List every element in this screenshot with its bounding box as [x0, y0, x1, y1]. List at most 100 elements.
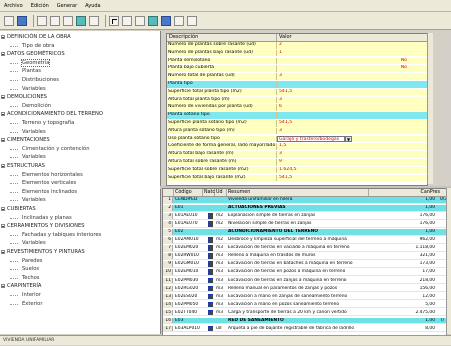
cell-unit[interactable] — [215, 205, 226, 211]
cell-summary[interactable]: ACTUACIONES PREVIAS — [227, 205, 368, 211]
property-row[interactable]: Planta semisótano No — [167, 57, 427, 65]
tree-item[interactable]: Variables — [0, 128, 46, 136]
help-icon[interactable] — [187, 15, 197, 26]
property-value[interactable]: 9 — [277, 159, 427, 166]
cell-unit[interactable]: m3 — [215, 310, 226, 316]
tree-item[interactable]: Elementos inclinados — [0, 188, 77, 196]
collapse-toggle-icon[interactable] — [1, 224, 5, 229]
settings-icon[interactable] — [174, 15, 184, 26]
chapter-tree[interactable]: DEFINICIÓN DE LA OBRA Tipo de obra DATOS G… — [0, 31, 161, 334]
cell-quantity[interactable]: 176,00 — [369, 221, 441, 227]
copy-icon[interactable] — [50, 15, 60, 26]
tree-item[interactable]: Elementos verticales — [0, 179, 76, 187]
cell-code[interactable]: E02EM020 — [174, 245, 203, 251]
cell-code[interactable]: E02ES020 — [174, 294, 203, 300]
property-row[interactable]: Planta sótano tipo — [167, 112, 427, 119]
grid-icon[interactable] — [76, 15, 86, 26]
cell-quantity[interactable]: 156,00 — [369, 286, 441, 292]
cell-unit[interactable]: m2 — [215, 213, 226, 219]
tree-item[interactable]: Techos — [0, 274, 40, 282]
cell-unit[interactable]: m3 — [215, 286, 226, 292]
tree-item[interactable]: Tipo de obra — [0, 42, 54, 50]
cell-summary[interactable]: Excavación a mano en pozos saneamiento t… — [227, 302, 368, 308]
back-arrow-icon[interactable] — [109, 15, 119, 26]
cell-code[interactable]: E03 — [174, 318, 203, 324]
collapse-toggle-icon[interactable] — [1, 95, 5, 100]
tree-chapter[interactable]: CUBIERTAS — [0, 205, 36, 213]
cell-summary[interactable]: Nivelación simple de tierras en zanjas — [227, 221, 368, 227]
forward-arrow-icon[interactable] — [122, 15, 132, 26]
tree-item[interactable]: Cimentación y contención — [0, 145, 90, 153]
cell-summary[interactable]: Vivienda unifamiliar en hilera — [227, 197, 368, 203]
tree-item[interactable]: Geometría — [0, 58, 51, 67]
cut-icon[interactable] — [37, 15, 47, 26]
property-value[interactable]: No — [277, 65, 427, 72]
collapse-toggle-icon[interactable] — [1, 164, 5, 168]
tree-chapter[interactable]: CERRAMIENTOS Y DIVISIONES — [0, 222, 85, 230]
cell-quantity[interactable]: 173,00 — [369, 261, 441, 267]
table-row[interactable]: 4 E01AE070 m2 Nivelación simple de tierras … — [163, 221, 446, 228]
cell-code[interactable]: CEND#ED — [174, 197, 203, 203]
cell-code[interactable]: E02PM030 — [174, 278, 203, 284]
cell-summary[interactable]: Excavación de tierras en zanjas a máquin… — [227, 278, 368, 284]
cell-code[interactable]: E03ALP010 — [174, 326, 203, 332]
property-row[interactable]: Planta tipo — [167, 81, 427, 88]
collapse-toggle-icon[interactable] — [1, 250, 5, 254]
property-row[interactable]: Superficie total sobre rasante (m2) 1.624… — [167, 166, 427, 174]
property-row[interactable]: Superficie total bajo rasante (m2) 541,5 — [167, 174, 427, 182]
cell-quantity[interactable]: 176,00 — [369, 213, 441, 219]
property-value[interactable]: 1 — [277, 49, 427, 57]
paste-icon[interactable] — [63, 15, 73, 26]
cell-code[interactable]: E02GM010 — [174, 261, 203, 267]
table-row[interactable]: 9 E02GM010 m3 Excavación de tierras en bata… — [163, 261, 446, 268]
cell-quantity[interactable]: 1,00 — [369, 318, 441, 324]
cell-quantity[interactable]: 962,00 — [369, 237, 441, 243]
table-scrollbar[interactable] — [446, 188, 451, 334]
tree-item[interactable]: Suelos — [0, 265, 39, 273]
table-row[interactable]: 13 E02ES020 m3 Excavación a mano en zanjas … — [163, 293, 446, 301]
tree-item[interactable]: Variables — [0, 196, 46, 204]
tree-chapter[interactable]: DEMOLICIONES — [0, 93, 47, 101]
cell-summary[interactable]: Explanación simple de tierras en zanjas — [227, 213, 368, 219]
tree-item[interactable]: Paredes — [0, 257, 42, 265]
cell-unit[interactable]: m2 — [215, 221, 226, 227]
property-value[interactable]: 1.624,5 — [277, 166, 427, 174]
cell-summary[interactable]: Excavación de tierras en pozos a máquina… — [227, 269, 368, 275]
tree-item[interactable]: Fachadas y tabiques interiores — [0, 231, 101, 239]
property-row[interactable]: Coeficiente de forma general, lado mayor… — [167, 143, 427, 150]
cell-quantity[interactable]: 1,00 — [369, 197, 441, 203]
tree-item[interactable]: Elementos horizontales — [0, 171, 83, 179]
select-value[interactable]: Garaje y trastero/bodegas — [277, 135, 345, 142]
property-value[interactable]: 3 — [277, 127, 427, 135]
tree-item[interactable]: Plantas — [0, 67, 41, 75]
collapse-toggle-icon[interactable] — [1, 138, 5, 143]
cell-unit[interactable]: m3 — [215, 245, 226, 251]
cell-code[interactable]: E01AE010 — [174, 213, 203, 219]
property-value[interactable]: 541,5 — [277, 120, 427, 127]
cell-code[interactable]: E02EM010 — [174, 269, 203, 275]
cell-quantity[interactable]: 321,00 — [369, 253, 441, 259]
property-value[interactable] — [277, 81, 427, 88]
cell-summary[interactable]: Excavación de tierras en vaciado a máqui… — [227, 245, 368, 251]
cell-summary[interactable]: Arqueta a pie de bajante registrable de … — [227, 326, 368, 332]
report-icon[interactable] — [161, 15, 171, 26]
menu-ayuda[interactable]: Ayuda — [81, 3, 104, 9]
cell-code[interactable]: E02RW010 — [174, 253, 203, 259]
tree-chapter[interactable]: REVESTIMIENTOS Y PINTURAS — [0, 248, 85, 256]
cell-quantity[interactable]: 218,00 — [369, 278, 441, 284]
cell-unit[interactable]: m2 — [215, 237, 226, 243]
print-icon[interactable] — [89, 15, 99, 26]
table-row[interactable]: 16 E03 RED DE SANEAMIENTO 1,00 T/ — [163, 317, 446, 325]
cell-summary[interactable]: Excavación a mano en zanjas de saneamien… — [227, 294, 368, 300]
column-header-unit[interactable]: Ud — [215, 189, 227, 196]
cell-unit[interactable]: m3 — [215, 261, 226, 267]
cell-unit[interactable]: m3 — [215, 278, 226, 284]
properties-scrollbar[interactable] — [427, 33, 433, 184]
cell-unit[interactable]: m3 — [215, 269, 226, 275]
property-row[interactable]: Altura total sobre rasante (m) 9 — [167, 159, 427, 166]
property-row[interactable]: Número de viviendas por planta (ud) 6 — [167, 104, 427, 111]
menu-archivo[interactable]: Archivo — [0, 3, 27, 9]
cell-code[interactable]: E02TT040 — [174, 310, 203, 316]
property-value[interactable]: 541,5 — [277, 174, 427, 182]
property-row[interactable]: Superficie total planta tipo (m2) 541,5 — [167, 88, 427, 96]
